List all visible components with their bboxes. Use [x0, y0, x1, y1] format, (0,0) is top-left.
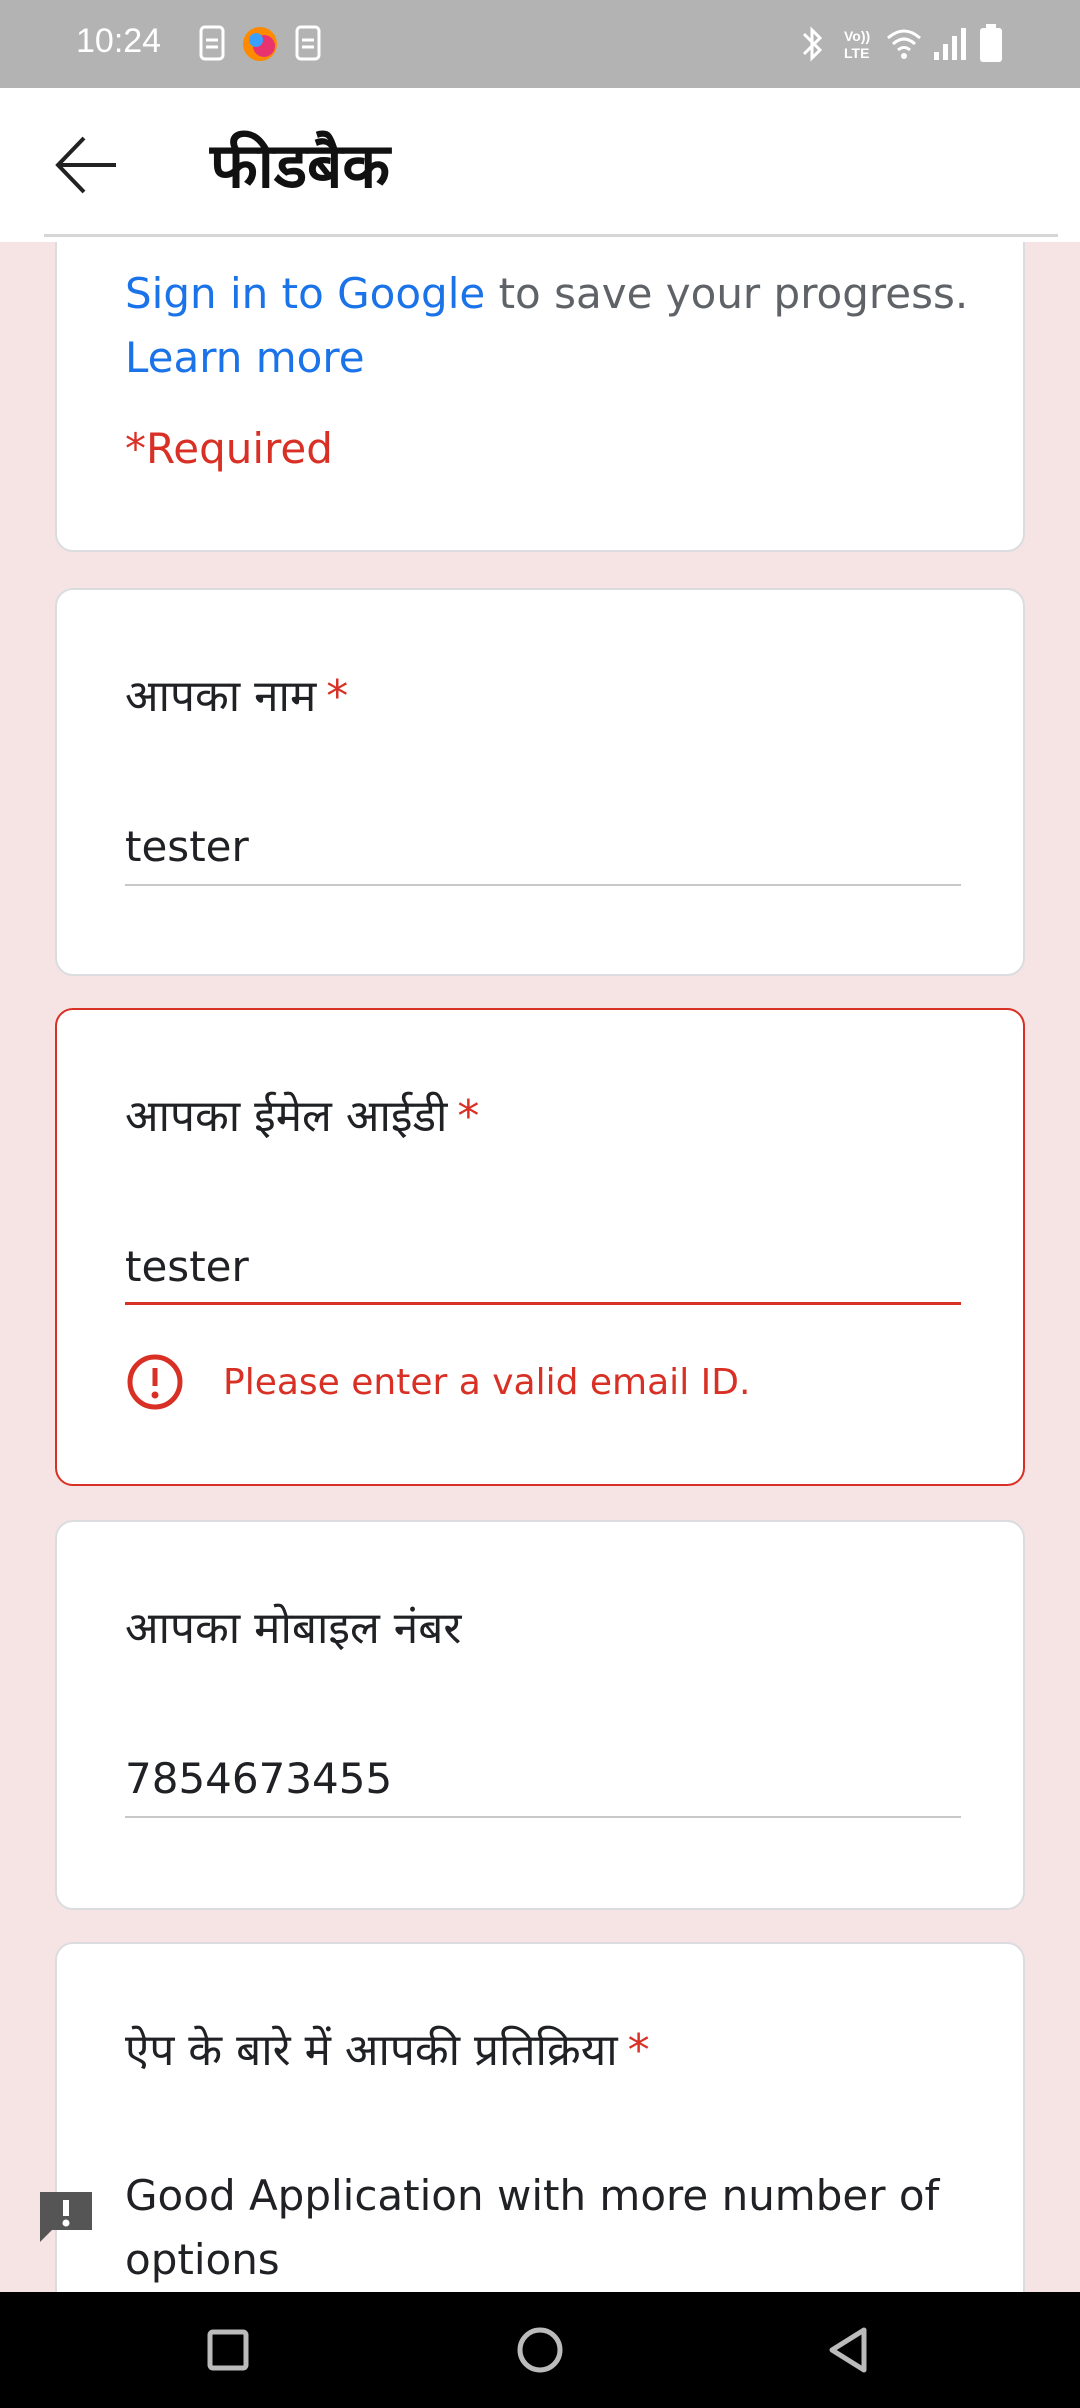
bluetooth-icon	[802, 26, 823, 62]
feedback-line: options	[125, 2235, 280, 2284]
question-label: आपका मोबाइल नंबर	[125, 1596, 461, 1656]
input-underline	[125, 884, 961, 886]
question-text: ऐप के बारे में आपकी प्रतिक्रिया	[125, 2025, 618, 2076]
input-underline-error	[125, 1302, 961, 1305]
question-card-email: आपका ईमेल आईडी * tester Please enter a va…	[55, 1008, 1025, 1486]
error-icon	[127, 1354, 183, 1410]
question-card-feedback: ऐप के बारे में आपकी प्रतिक्रिया * Good Ap…	[55, 1942, 1025, 2292]
app-bar: फीडबैक	[0, 88, 1080, 242]
feedback-line: Good Application with more number of	[125, 2171, 940, 2220]
app-icon	[243, 27, 277, 61]
question-card-name: आपका नाम * tester	[55, 588, 1025, 976]
email-input[interactable]: tester	[125, 1242, 249, 1291]
question-label: आपका नाम *	[125, 664, 348, 724]
home-circle-icon[interactable]	[510, 2320, 570, 2380]
report-feedback-icon[interactable]	[36, 2186, 96, 2246]
svg-text:LTE: LTE	[844, 45, 869, 61]
battery-icon	[980, 24, 1002, 62]
question-card-mobile: आपका मोबाइल नंबर 7854673455	[55, 1520, 1025, 1910]
question-text: आपका नाम	[125, 671, 317, 722]
required-asterisk: *	[457, 1091, 480, 1142]
input-underline	[125, 1816, 961, 1818]
sim-icon	[199, 25, 225, 61]
wifi-icon	[887, 29, 921, 59]
question-label: ऐप के बारे में आपकी प्रतिक्रिया *	[125, 2018, 650, 2078]
question-text: आपका मोबाइल नंबर	[125, 1603, 462, 1654]
sim-icon	[295, 25, 321, 61]
status-bar: 10:24 Vo)) LTE	[0, 0, 1080, 88]
svg-text:Vo)): Vo))	[844, 28, 870, 44]
system-nav-bar	[0, 2292, 1080, 2408]
mobile-input[interactable]: 7854673455	[125, 1754, 392, 1803]
question-label: आपका ईमेल आईडी *	[125, 1084, 479, 1144]
name-input[interactable]: tester	[125, 822, 249, 871]
intro-card: Sign in to Google to save your progress.…	[55, 242, 1025, 552]
required-asterisk: *	[627, 2025, 650, 2076]
page-title: फीडबैक	[210, 129, 391, 202]
feedback-textarea[interactable]: Good Application with more number of opt…	[125, 2164, 939, 2292]
question-text: आपका ईमेल आईडी	[125, 1091, 448, 1142]
error-message: Please enter a valid email ID.	[223, 1362, 751, 1403]
required-asterisk: *	[326, 671, 349, 722]
sign-in-prompt: Sign in to Google to save your progress.…	[125, 262, 968, 390]
arrow-left-icon[interactable]	[50, 128, 124, 202]
app-bar-divider	[44, 234, 1058, 237]
sign-in-link[interactable]: Sign in to Google	[125, 269, 485, 318]
status-time: 10:24	[76, 22, 162, 60]
sign-in-text: to save your progress.	[485, 269, 969, 318]
learn-more-link[interactable]: Learn more	[125, 333, 365, 382]
volte-icon: Vo)) LTE	[844, 28, 870, 61]
recents-square-icon[interactable]	[198, 2320, 258, 2380]
signal-icon	[934, 28, 966, 60]
back-triangle-icon[interactable]	[820, 2320, 880, 2380]
form-content[interactable]: Sign in to Google to save your progress.…	[0, 242, 1080, 2292]
required-note: *Required	[125, 424, 333, 473]
